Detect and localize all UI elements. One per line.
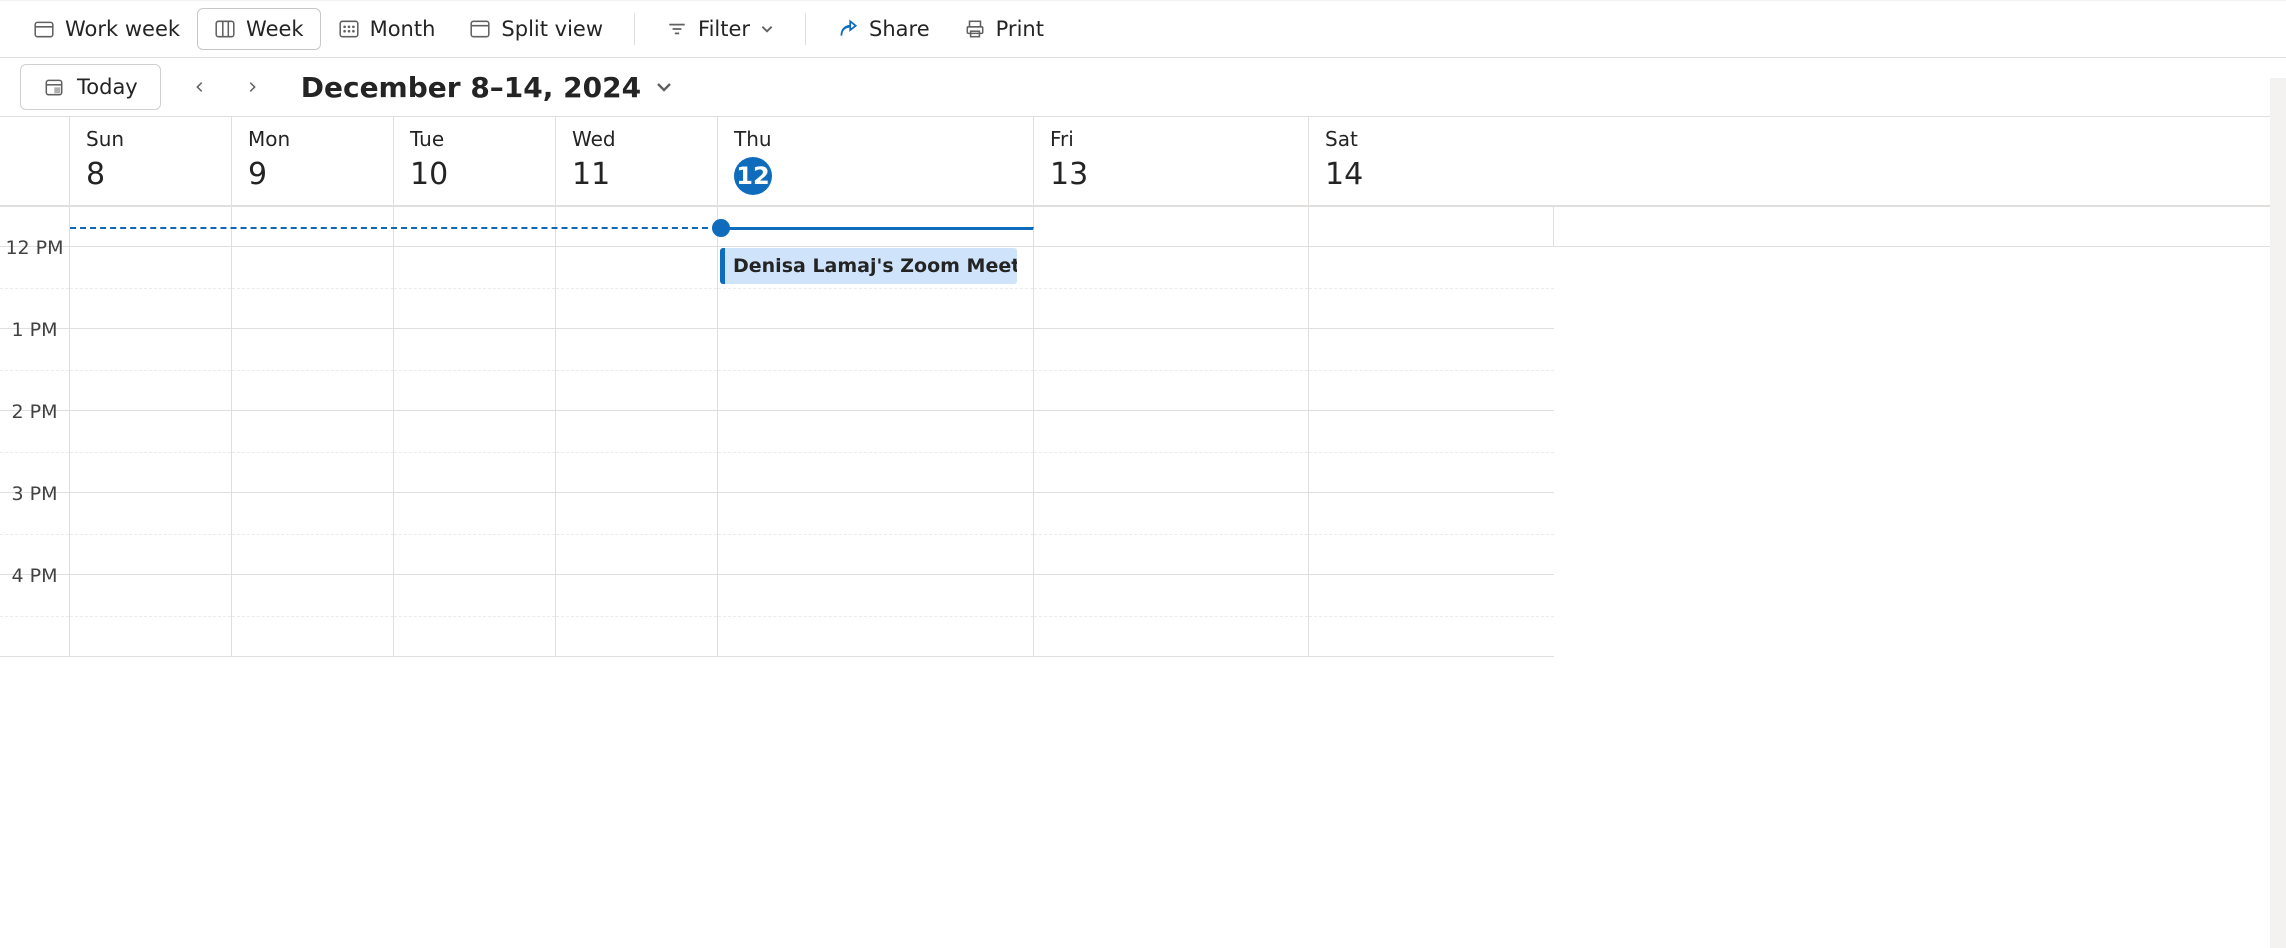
time-label: 3 PM <box>0 483 69 505</box>
date-number: 11 <box>572 157 610 192</box>
day-header-wed[interactable]: Wed 11 <box>556 117 718 205</box>
event-title: Denisa Lamaj's Zoom Meeting <box>733 255 1017 277</box>
split-view-icon <box>469 18 491 40</box>
time-label: 2 PM <box>0 401 69 423</box>
work-week-icon <box>33 18 55 40</box>
day-column-fri[interactable] <box>1034 247 1309 657</box>
time-label: 1 PM <box>0 319 69 341</box>
day-header-thu[interactable]: Thu 12 <box>718 117 1034 205</box>
nav-arrows <box>189 76 263 98</box>
day-header-mon[interactable]: Mon 9 <box>232 117 394 205</box>
day-header-tue[interactable]: Tue 10 <box>394 117 556 205</box>
calendar-event[interactable]: Denisa Lamaj's Zoom Meeting https:// <box>720 248 1017 284</box>
week-icon <box>214 18 236 40</box>
now-line-today <box>718 227 1034 230</box>
prev-week-button[interactable] <box>189 76 211 98</box>
work-week-label: Work week <box>65 17 180 41</box>
filter-icon <box>666 18 688 40</box>
date-number: 13 <box>1050 157 1088 192</box>
today-label: Today <box>77 75 138 99</box>
toolbar-divider <box>805 13 806 45</box>
date-number: 14 <box>1325 157 1363 192</box>
day-column-wed[interactable] <box>556 247 718 657</box>
dow-label: Sun <box>86 127 215 151</box>
dow-label: Tue <box>410 127 539 151</box>
day-headers-row: Sun 8 Mon 9 Tue 10 Wed 11 Thu 12 Fri 13 … <box>0 116 2286 207</box>
time-label: 4 PM <box>0 565 69 587</box>
time-grid: 12 PM 1 PM 2 PM 3 PM 4 PM Denisa Lamaj's… <box>0 247 2286 657</box>
work-week-view-button[interactable]: Work week <box>16 8 197 50</box>
day-header-sat[interactable]: Sat 14 <box>1309 117 1554 205</box>
day-header-fri[interactable]: Fri 13 <box>1034 117 1309 205</box>
date-number: 8 <box>86 157 105 192</box>
date-range-text: December 8–14, 2024 <box>301 71 641 104</box>
date-number: 9 <box>248 157 267 192</box>
filter-button[interactable]: Filter <box>649 8 791 50</box>
day-column-thu[interactable]: Denisa Lamaj's Zoom Meeting https:// <box>718 247 1034 657</box>
calendar-grid: Sun 8 Mon 9 Tue 10 Wed 11 Thu 12 Fri 13 … <box>0 116 2286 657</box>
print-icon <box>964 18 986 40</box>
month-icon <box>338 18 360 40</box>
vertical-scrollbar[interactable] <box>2270 78 2286 948</box>
week-label: Week <box>246 17 304 41</box>
split-view-button[interactable]: Split view <box>452 8 620 50</box>
calendar-today-icon <box>43 76 65 98</box>
now-line-past <box>70 227 718 229</box>
gutter-header <box>0 117 70 205</box>
month-label: Month <box>370 17 436 41</box>
dow-label: Thu <box>734 127 1017 151</box>
toolbar-divider <box>634 13 635 45</box>
next-week-button[interactable] <box>241 76 263 98</box>
dow-label: Wed <box>572 127 701 151</box>
day-column-tue[interactable] <box>394 247 556 657</box>
share-label: Share <box>869 17 930 41</box>
filter-label: Filter <box>698 17 750 41</box>
week-view-button[interactable]: Week <box>197 8 321 50</box>
print-label: Print <box>996 17 1044 41</box>
time-label: 12 PM <box>0 237 69 259</box>
view-toolbar: Work week Week Month Split view Filter S… <box>0 0 2286 58</box>
day-column-sun[interactable] <box>70 247 232 657</box>
date-nav-row: Today December 8–14, 2024 <box>0 58 2286 116</box>
now-indicator-dot <box>712 219 730 237</box>
chevron-down-icon <box>760 22 774 36</box>
print-button[interactable]: Print <box>947 8 1061 50</box>
date-number-today: 12 <box>734 157 772 195</box>
split-view-label: Split view <box>501 17 603 41</box>
dow-label: Sat <box>1325 127 1538 151</box>
share-button[interactable]: Share <box>820 8 947 50</box>
share-icon <box>837 18 859 40</box>
all-day-row <box>0 207 2286 247</box>
day-column-sat[interactable] <box>1309 247 1554 657</box>
today-button[interactable]: Today <box>20 64 161 110</box>
chevron-down-icon <box>655 78 673 96</box>
dow-label: Mon <box>248 127 377 151</box>
month-view-button[interactable]: Month <box>321 8 453 50</box>
time-gutter: 12 PM 1 PM 2 PM 3 PM 4 PM <box>0 247 70 657</box>
day-header-sun[interactable]: Sun 8 <box>70 117 232 205</box>
date-range-title[interactable]: December 8–14, 2024 <box>301 71 673 104</box>
day-column-mon[interactable] <box>232 247 394 657</box>
date-number: 10 <box>410 157 448 192</box>
dow-label: Fri <box>1050 127 1292 151</box>
